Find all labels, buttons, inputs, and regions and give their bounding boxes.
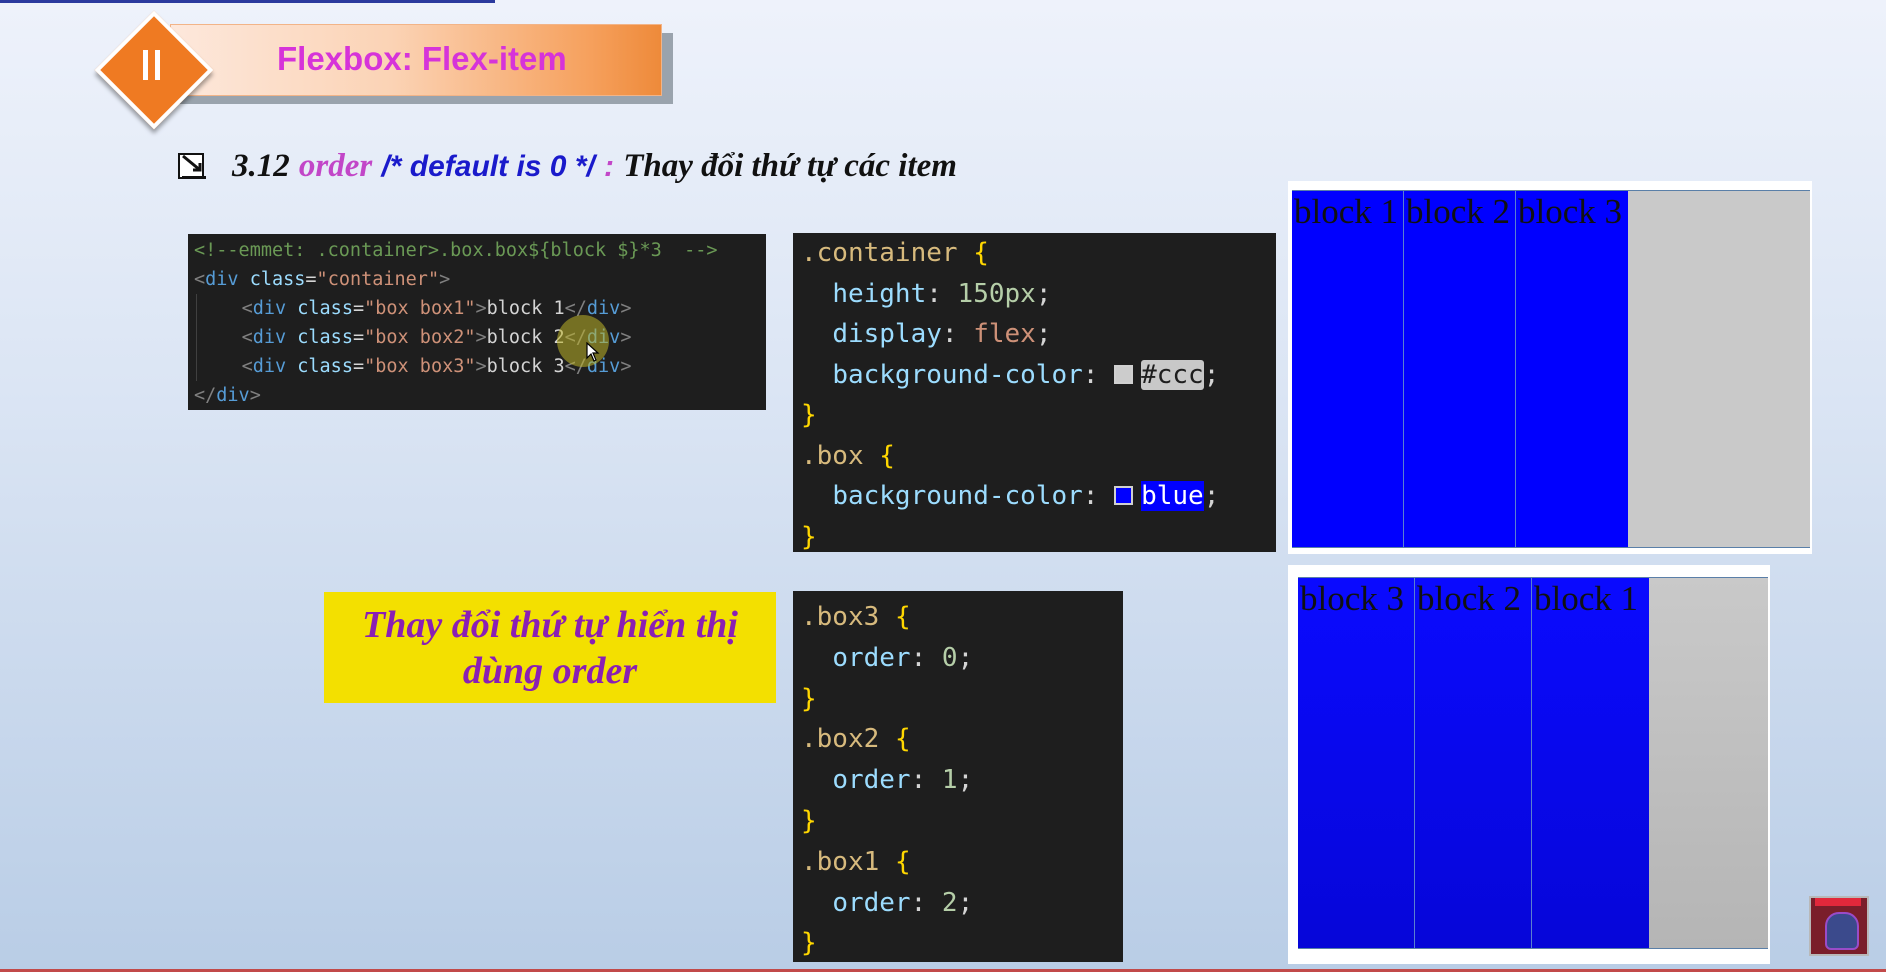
mouse-pointer-icon — [586, 342, 600, 362]
section-description: Thay đổi thứ tự các item — [623, 148, 957, 184]
flex-item: block 2 — [1404, 191, 1516, 547]
code-line: } — [801, 400, 817, 430]
callout-line: dùng order — [462, 650, 638, 692]
code-line: .container { — [801, 238, 989, 268]
code-line: <div class="box box1">block 1</div> — [196, 294, 766, 323]
code-line: display: flex; — [832, 319, 1052, 349]
css-prop: order — [832, 887, 911, 918]
html-code-panel: <!--emmet: .container>.box.box${block $}… — [188, 234, 766, 410]
code-line: <div class="container"> — [194, 269, 451, 290]
css-value: 150px — [957, 278, 1036, 309]
css-prop: height — [832, 278, 927, 309]
code-line: background-color: #ccc; — [832, 359, 1220, 390]
code-line: </div> — [194, 385, 261, 406]
code-line: .box2 { — [801, 724, 911, 755]
code-line: .box1 { — [801, 846, 911, 877]
item-text: block 3 — [486, 356, 565, 377]
container-class-value: container — [327, 269, 428, 290]
section-number: 3.12 — [232, 148, 290, 184]
css-code-panel: .container { height: 150px; display: fle… — [793, 233, 1276, 552]
order-selector: .box2 — [801, 724, 880, 755]
code-line: } — [801, 521, 817, 552]
color-swatch-ccc[interactable] — [1114, 364, 1134, 384]
section-colon: : — [604, 150, 615, 183]
flex-container-before: block 1 block 2 block 3 — [1292, 190, 1810, 548]
section-default-comment: /* default is 0 */ — [381, 150, 595, 183]
flex-item: block 3 — [1298, 578, 1415, 948]
order-selector: .box1 — [801, 846, 880, 877]
code-line: .box3 { — [801, 602, 911, 632]
top-accent-line — [0, 0, 495, 3]
channel-avatar-icon[interactable] — [1809, 896, 1869, 956]
css-prop: order — [832, 765, 911, 796]
css-value-highlighted: blue — [1141, 481, 1204, 511]
color-swatch-blue[interactable] — [1114, 486, 1134, 505]
code-line: .box { — [801, 440, 895, 471]
item-text: block 1 — [486, 298, 565, 319]
css-value: 2 — [941, 887, 958, 918]
order-selector: .box3 — [801, 602, 880, 632]
bullet-checkbox-icon — [178, 153, 206, 179]
code-line: } — [801, 683, 817, 714]
item-text: block 2 — [486, 327, 565, 348]
code-line: <div class="box box2">block 2</div> — [196, 323, 766, 352]
code-line: order: 2; — [832, 887, 974, 918]
css-value: 1 — [941, 765, 958, 796]
css-value-highlighted: #ccc — [1141, 359, 1204, 390]
flex-item: block 3 — [1516, 191, 1628, 547]
slide-title: Flexbox: Flex-item — [277, 40, 567, 77]
css-prop: background-color — [832, 481, 1083, 511]
flex-item: block 2 — [1415, 578, 1532, 948]
emmet-comment: <!--emmet: .container>.box.box${block $}… — [194, 240, 718, 261]
css-prop: order — [832, 642, 911, 673]
item-class: box box1 — [375, 298, 465, 319]
flex-item: block 1 — [1532, 578, 1649, 948]
cursor-highlight — [557, 315, 609, 367]
avatar-badge — [1815, 898, 1861, 906]
code-line: <!--emmet: .container>.box.box${block $}… — [194, 236, 766, 265]
section-heading: 3.12 order /* default is 0 */ : Thay đổi… — [232, 146, 957, 185]
code-line: order: 0; — [832, 642, 974, 673]
code-line: order: 1; — [832, 765, 974, 796]
section-keyword: order — [298, 148, 373, 184]
code-line: height: 150px; — [832, 278, 1052, 309]
code-line: } — [801, 805, 817, 836]
flex-item: block 1 — [1292, 191, 1404, 547]
pause-badge[interactable] — [94, 10, 214, 130]
css-prop: display — [832, 319, 942, 349]
order-callout: Thay đổi thứ tự hiển thị dùng order — [324, 592, 776, 703]
css-value: flex — [973, 319, 1036, 349]
order-code-panel: .box3 { order: 0;} .box2 { order: 1;} .box… — [793, 591, 1123, 962]
code-line: } — [801, 928, 817, 959]
callout-line: Thay đổi thứ tự hiển thị — [362, 604, 738, 646]
css-prop: background-color — [832, 359, 1083, 390]
pause-icon — [141, 50, 163, 84]
container-selector: .container — [801, 238, 958, 268]
item-class: box box2 — [375, 327, 465, 348]
code-line: <div class="box box3">block 3</div> — [196, 352, 766, 381]
css-value: 0 — [941, 642, 958, 673]
code-line: background-color: blue; — [832, 481, 1220, 511]
box-selector: .box — [801, 440, 864, 471]
avatar-face — [1825, 912, 1859, 950]
flex-container-after: block 3 block 2 block 1 — [1298, 577, 1768, 949]
item-class: box box3 — [375, 356, 465, 377]
